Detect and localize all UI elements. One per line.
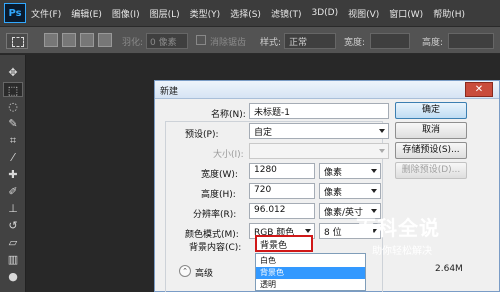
menu-bar: Ps 文件(F) 编辑(E) 图像(I) 图层(L) 类型(Y) 选择(S) 滤… — [0, 0, 500, 26]
background-option-white[interactable]: 白色 — [256, 255, 365, 267]
size-label: 大小(I): — [213, 150, 244, 160]
name-input[interactable]: 未标题-1 — [249, 103, 389, 119]
height-label: 高度(H): — [201, 190, 236, 200]
width-input[interactable] — [370, 33, 410, 49]
resolution-label: 分辨率(R): — [193, 210, 237, 220]
eraser-tool-icon[interactable]: ▱ — [3, 235, 23, 250]
preset-value: 自定 — [254, 128, 273, 138]
marquee-tool-preset[interactable] — [6, 33, 28, 49]
menu-window[interactable]: 窗口(W) — [384, 7, 428, 20]
width-unit-value: 像素 — [324, 168, 343, 178]
subtract-selection-icon[interactable] — [80, 33, 94, 47]
width-unit-select[interactable]: 像素 — [319, 163, 381, 179]
preset-label: 预设(P): — [185, 130, 219, 140]
background-contents-label: 背景内容(C): — [189, 243, 242, 253]
add-selection-icon[interactable] — [62, 33, 76, 47]
background-option-background-color[interactable]: 背景色 — [256, 267, 365, 279]
crop-tool-icon[interactable]: ⌗ — [3, 133, 23, 148]
name-label: 名称(N): — [211, 110, 246, 120]
resolution-input[interactable]: 96.012 — [249, 203, 315, 219]
menu-type[interactable]: 类型(Y) — [185, 7, 226, 20]
history-brush-tool-icon[interactable]: ↺ — [3, 218, 23, 233]
file-size-readout: 2.64M — [435, 264, 463, 274]
save-preset-button[interactable]: 存储预设(S)... — [395, 142, 467, 159]
eyedropper-tool-icon[interactable]: ⁄ — [3, 150, 23, 165]
menu-layer[interactable]: 图层(L) — [145, 7, 185, 20]
cancel-button[interactable]: 取消 — [395, 122, 467, 139]
background-contents-value: 背景色 — [260, 241, 288, 251]
height-input[interactable]: 720 — [249, 183, 315, 199]
chevron-down-icon — [305, 229, 311, 233]
height-input[interactable] — [448, 33, 494, 49]
photoshop-window: Ps 文件(F) 编辑(E) 图像(I) 图层(L) 类型(Y) 选择(S) 滤… — [0, 0, 500, 292]
move-tool-icon[interactable]: ✥ — [3, 65, 23, 80]
menu-filter[interactable]: 滤镜(T) — [266, 7, 307, 20]
dialog-title: 新建 — [160, 87, 179, 97]
options-bar: 羽化: 0 像素 消除锯齿 样式: 正常 宽度: 高度: — [0, 26, 500, 54]
toolbox: ✥ ⬚ ◌ ✎ ⌗ ⁄ ✚ ✐ ⊥ ↺ ▱ ▥ ● — [0, 55, 26, 292]
feather-input[interactable]: 0 像素 — [146, 33, 188, 49]
menu-view[interactable]: 视图(V) — [343, 7, 384, 20]
size-select — [249, 143, 389, 159]
menu-3d[interactable]: 3D(D) — [306, 8, 343, 18]
menu-file[interactable]: 文件(F) — [26, 7, 66, 20]
antialias-checkbox[interactable] — [196, 35, 206, 45]
healing-tool-icon[interactable]: ✚ — [3, 167, 23, 182]
style-label: 样式: — [260, 38, 282, 48]
watermark: 百科全说 助你轻松解决 — [356, 212, 500, 262]
lasso-tool-icon[interactable]: ◌ — [3, 99, 23, 114]
height-unit-select[interactable]: 像素 — [319, 183, 381, 199]
new-selection-icon[interactable] — [44, 33, 58, 47]
chevron-down-icon — [379, 149, 385, 153]
bit-depth-value: 8 位 — [324, 228, 342, 238]
advanced-toggle-icon[interactable]: ⌃ — [179, 265, 191, 277]
menu-image[interactable]: 图像(I) — [107, 7, 145, 20]
photoshop-logo: Ps — [4, 3, 26, 23]
color-mode-label: 颜色模式(M): — [185, 230, 239, 240]
feather-label: 羽化: — [122, 38, 144, 48]
ok-button[interactable]: 确定 — [395, 102, 467, 119]
watermark-logo-text: 百科全说 — [356, 216, 440, 240]
width-input[interactable]: 1280 — [249, 163, 315, 179]
intersect-selection-icon[interactable] — [98, 33, 112, 47]
close-icon[interactable]: ✕ — [465, 82, 493, 97]
brush-tool-icon[interactable]: ✐ — [3, 184, 23, 199]
width-label: 宽度(W): — [201, 170, 238, 180]
advanced-label: 高级 — [195, 269, 214, 279]
preset-select[interactable]: 自定 — [249, 123, 389, 139]
marquee-tool-icon[interactable]: ⬚ — [3, 82, 23, 97]
width-label: 宽度: — [344, 38, 366, 48]
background-contents-dropdown-list: 白色 背景色 透明 — [255, 253, 366, 291]
quick-select-tool-icon[interactable]: ✎ — [3, 116, 23, 131]
menu-edit[interactable]: 编辑(E) — [66, 7, 107, 20]
background-contents-select[interactable]: 背景色 — [255, 235, 313, 252]
dialog-titlebar[interactable]: 新建 ✕ — [155, 81, 499, 99]
style-select[interactable]: 正常 — [284, 33, 336, 49]
blur-tool-icon[interactable]: ● — [3, 269, 23, 284]
menu-help[interactable]: 帮助(H) — [428, 7, 470, 20]
chevron-down-icon — [371, 189, 377, 193]
gradient-tool-icon[interactable]: ▥ — [3, 252, 23, 267]
clone-stamp-tool-icon[interactable]: ⊥ — [3, 201, 23, 216]
menu-select[interactable]: 选择(S) — [225, 7, 266, 20]
delete-preset-button: 删除预设(D)... — [395, 162, 467, 179]
height-label: 高度: — [422, 38, 444, 48]
background-option-transparent[interactable]: 透明 — [256, 279, 365, 291]
antialias-label: 消除锯齿 — [210, 38, 247, 48]
chevron-down-icon — [371, 169, 377, 173]
chevron-down-icon — [379, 129, 385, 133]
height-unit-value: 像素 — [324, 188, 343, 198]
watermark-slogan: 助你轻松解决 — [372, 246, 432, 257]
